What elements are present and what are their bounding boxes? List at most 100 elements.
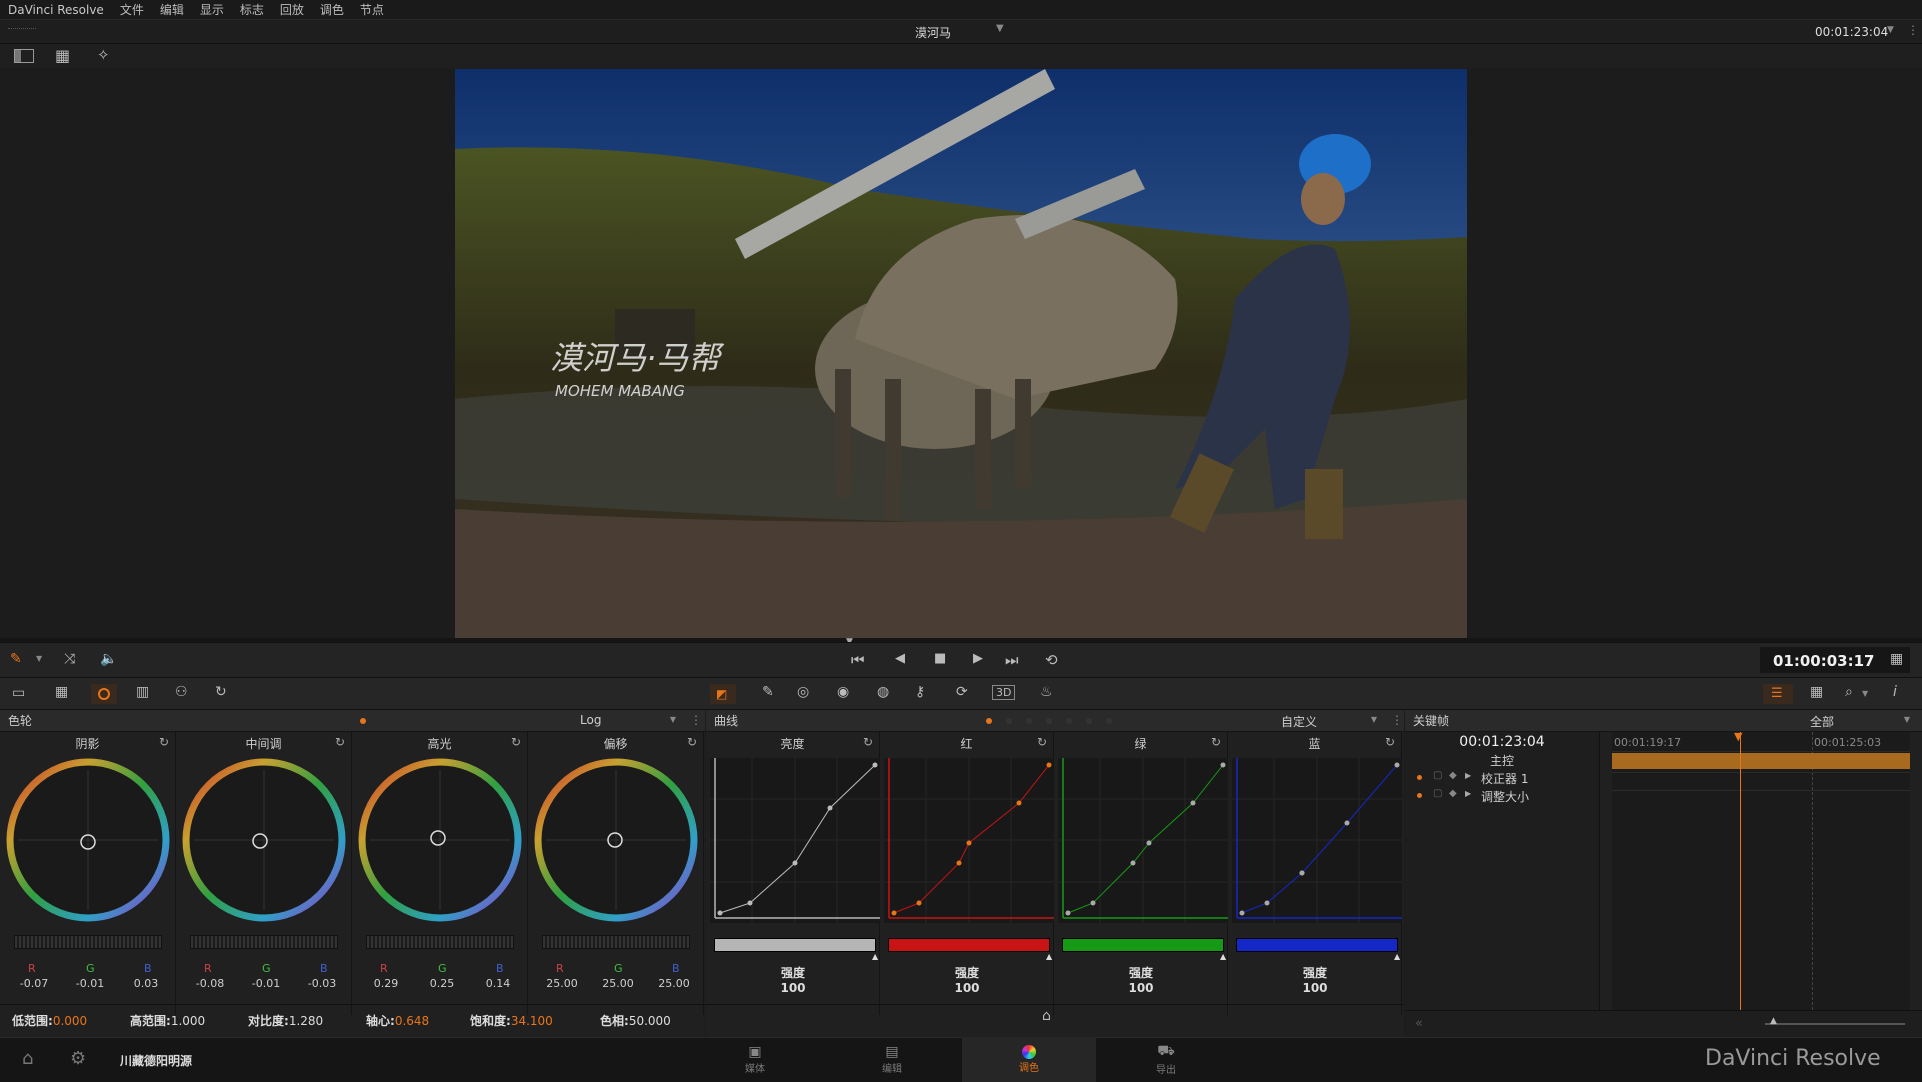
strength-slider-handle[interactable]: ▲ bbox=[872, 952, 878, 961]
wheel-reset-icon[interactable]: ↻ bbox=[335, 735, 345, 749]
color-wheel[interactable] bbox=[4, 756, 172, 924]
strength-slider-handle[interactable]: ▲ bbox=[1046, 952, 1052, 961]
track-resize[interactable]: ▢ ◆ ▶ 调整大小 bbox=[1405, 788, 1599, 806]
scopes-grid-icon[interactable]: ▦ bbox=[1810, 684, 1823, 700]
master-keyframe-bar[interactable] bbox=[1612, 753, 1910, 769]
go-to-end-icon[interactable]: ⏭ bbox=[1005, 651, 1019, 669]
curves-page-dot[interactable] bbox=[1006, 718, 1012, 724]
menu-file[interactable]: 文件 bbox=[112, 1, 152, 18]
curves-page-dot[interactable] bbox=[1066, 718, 1072, 724]
timecode-dropdown-chevron-icon[interactable]: ▼ bbox=[1887, 25, 1894, 35]
play-reverse-icon[interactable]: ◀ bbox=[895, 651, 905, 666]
master-wheel-slider[interactable] bbox=[14, 935, 162, 949]
magic-wand-icon[interactable]: ✧ bbox=[97, 46, 110, 64]
expand-arrow-icon[interactable]: ▶ bbox=[1465, 789, 1471, 798]
volume-icon[interactable]: 🔈 bbox=[100, 651, 117, 667]
curve-graph[interactable] bbox=[884, 758, 1054, 923]
zoom-chevron-icon[interactable]: ▼ bbox=[1862, 689, 1868, 698]
wheels-mode-dropdown[interactable]: Log ▼ bbox=[580, 713, 680, 729]
zoom-slider-handle[interactable]: ▲ bbox=[1770, 1016, 1777, 1026]
wheels-options-icon[interactable]: ⋮ bbox=[690, 713, 702, 727]
keyframes-mode-dropdown[interactable]: 全部 ▼ bbox=[1810, 713, 1910, 729]
param-value[interactable]: 0.000 bbox=[53, 1014, 87, 1028]
primaries-bars-icon[interactable]: ▥ bbox=[136, 684, 149, 700]
drag-handle[interactable] bbox=[8, 28, 36, 32]
param-2[interactable]: 对比度:1.280 bbox=[248, 1012, 323, 1029]
master-wheel-slider[interactable] bbox=[190, 935, 338, 949]
wheel-reset-icon[interactable]: ↻ bbox=[511, 735, 521, 749]
shuffle-icon[interactable]: ⤨ bbox=[64, 651, 75, 667]
play-icon[interactable]: ▶ bbox=[973, 651, 983, 666]
clip-dropdown-chevron-icon[interactable]: ▼ bbox=[996, 23, 1004, 34]
timecode-options-icon[interactable]: ▦ bbox=[1890, 651, 1903, 667]
b-value[interactable]: 0.03 bbox=[126, 977, 166, 990]
r-value[interactable]: 0.29 bbox=[366, 977, 406, 990]
b-value[interactable]: 0.14 bbox=[478, 977, 518, 990]
color-match-icon[interactable]: ▦ bbox=[55, 684, 68, 700]
playhead-marker[interactable]: ▼ bbox=[1734, 730, 1742, 743]
gallery-grid-icon[interactable]: ▦ bbox=[55, 46, 70, 65]
param-value[interactable]: 1.280 bbox=[289, 1014, 323, 1028]
param-value[interactable]: 1.000 bbox=[171, 1014, 205, 1028]
param-value[interactable]: 34.100 bbox=[511, 1014, 553, 1028]
r-value[interactable]: -0.07 bbox=[14, 977, 54, 990]
strength-value[interactable]: 100 bbox=[880, 981, 1054, 995]
strength-slider[interactable] bbox=[1236, 938, 1398, 952]
curves-page-dot[interactable] bbox=[1026, 718, 1032, 724]
eyedropper-chevron-icon[interactable]: ▼ bbox=[36, 654, 42, 663]
curve-reset-icon[interactable]: ↻ bbox=[1037, 735, 1047, 749]
strength-value[interactable]: 100 bbox=[706, 981, 880, 995]
motion-icon[interactable]: ↻ bbox=[215, 684, 227, 700]
r-value[interactable]: 25.00 bbox=[542, 977, 582, 990]
keyframe-diamond-icon[interactable]: ◆ bbox=[1449, 788, 1457, 799]
tab-media[interactable]: ▣ 媒体 bbox=[688, 1037, 822, 1082]
menu-color[interactable]: 调色 bbox=[312, 1, 352, 18]
tracker-icon[interactable]: ◉ bbox=[837, 684, 849, 700]
param-value[interactable]: 50.000 bbox=[629, 1014, 671, 1028]
camera-raw-icon[interactable]: ▭ bbox=[12, 685, 25, 701]
3d-icon[interactable]: 3D bbox=[992, 685, 1016, 700]
go-to-start-icon[interactable]: ⏮ bbox=[851, 651, 865, 669]
zoom-slider[interactable] bbox=[1765, 1023, 1905, 1025]
curve-graph[interactable] bbox=[710, 758, 880, 923]
zoom-search-icon[interactable]: ⌕ bbox=[1845, 684, 1853, 700]
curve-graph[interactable] bbox=[1058, 758, 1228, 923]
curve-reset-icon[interactable]: ↻ bbox=[1211, 735, 1221, 749]
strength-slider-handle[interactable]: ▲ bbox=[1394, 952, 1400, 961]
b-value[interactable]: -0.03 bbox=[302, 977, 342, 990]
strength-slider[interactable] bbox=[888, 938, 1050, 952]
track-master[interactable]: 主控 bbox=[1405, 752, 1599, 770]
tab-edit[interactable]: ▤ 编辑 bbox=[825, 1037, 959, 1082]
keyframes-tab[interactable]: ☰ bbox=[1763, 684, 1793, 704]
qualifier-icon[interactable]: ✎ bbox=[762, 684, 774, 700]
curve-graph[interactable] bbox=[1232, 758, 1402, 923]
power-window-icon[interactable]: ◎ bbox=[797, 684, 809, 700]
curves-page-dot[interactable] bbox=[1106, 718, 1112, 724]
lock-icon[interactable]: ▢ bbox=[1433, 770, 1442, 781]
color-wheel[interactable] bbox=[532, 756, 700, 924]
eyedropper-icon[interactable]: ✎ bbox=[10, 651, 22, 667]
param-4[interactable]: 饱和度:34.100 bbox=[470, 1012, 553, 1029]
param-5[interactable]: 色相:50.000 bbox=[600, 1012, 671, 1029]
curves-mode-dropdown[interactable]: 自定义 ▼ bbox=[1281, 713, 1381, 729]
curves-options-icon[interactable]: ⋮ bbox=[1391, 713, 1403, 727]
key-icon[interactable]: ⚷ bbox=[915, 684, 925, 700]
menu-mark[interactable]: 标志 bbox=[232, 1, 272, 18]
track-corrector-1[interactable]: ▢ ◆ ▶ 校正器 1 bbox=[1405, 770, 1599, 788]
single-viewer-icon[interactable] bbox=[14, 49, 34, 63]
curve-reset-icon[interactable]: ↻ bbox=[1385, 735, 1395, 749]
video-frame[interactable]: 漠河马·马帮 MOHEM MABANG bbox=[455, 69, 1467, 638]
g-value[interactable]: -0.01 bbox=[246, 977, 286, 990]
strength-value[interactable]: 100 bbox=[1228, 981, 1402, 995]
strength-slider-handle[interactable]: ▲ bbox=[1220, 952, 1226, 961]
keyframe-diamond-icon[interactable]: ◆ bbox=[1449, 770, 1457, 781]
strength-slider[interactable] bbox=[714, 938, 876, 952]
curves-page-dot[interactable] bbox=[1046, 718, 1052, 724]
g-value[interactable]: 0.25 bbox=[422, 977, 462, 990]
menu-edit[interactable]: 编辑 bbox=[152, 1, 192, 18]
menu-playback[interactable]: 回放 bbox=[272, 1, 312, 18]
fx-icon[interactable]: ♨ bbox=[1040, 684, 1053, 700]
wheel-reset-icon[interactable]: ↻ bbox=[687, 735, 697, 749]
tab-color[interactable]: 调色 bbox=[962, 1037, 1096, 1082]
scroll-left-icon[interactable]: « bbox=[1415, 1016, 1423, 1031]
